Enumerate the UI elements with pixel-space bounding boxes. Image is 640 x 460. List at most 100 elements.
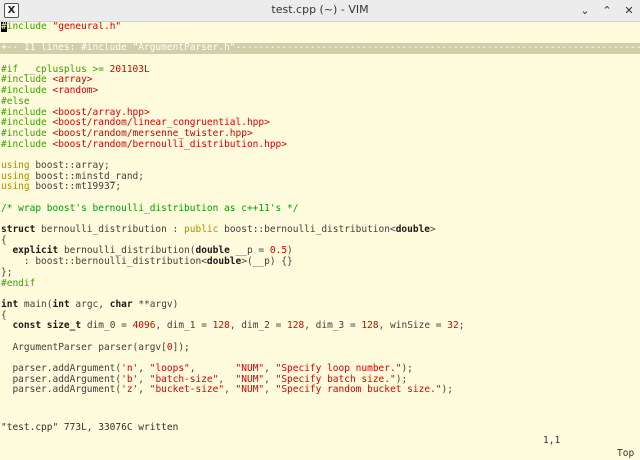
code-token: double [395, 224, 431, 236]
code-token: , [264, 384, 276, 396]
status-line: "test.cpp" 773L, 33076C written 1,1 Top [0, 408, 640, 459]
code-token: using [1, 159, 36, 171]
status-message: "test.cpp" 773L, 33076C written [1, 422, 179, 433]
code-token: using [1, 170, 36, 182]
code-token: ); [441, 384, 453, 396]
code-token: , [138, 373, 150, 385]
code-token: ; [458, 320, 465, 332]
code-token: char [109, 298, 139, 310]
code-token: , dim_1 = [155, 320, 213, 332]
code-token: "Specify batch size." [275, 373, 396, 385]
code-token: <boost/random/mersenne_twister.hpp> [52, 127, 253, 139]
code-token: parser.addArgument( [1, 363, 122, 374]
code-token: ); [395, 373, 408, 385]
code-token: , [189, 363, 236, 374]
code-token: "NUM" [235, 384, 265, 396]
code-token: #else [1, 95, 30, 107]
maximize-icon[interactable]: ⌃ [600, 2, 614, 18]
code-line[interactable]: const size_t dim_0 = 4096, dim_1 = 128, … [0, 320, 640, 332]
code-token: , winSize = [378, 320, 448, 332]
code-token: "Specify random bucket size." [275, 384, 442, 396]
code-token: boost::mt19937; [35, 181, 122, 193]
code-token: int [1, 298, 24, 310]
code-line[interactable]: /* wrap boost's bernoulli_distribution a… [0, 202, 640, 215]
code-token: const size_t [12, 320, 87, 332]
code-token: boost::minstd_rand; [35, 170, 144, 182]
code-token: 201103L [109, 63, 150, 75]
code-line[interactable]: : boost::bernoulli_distribution<double>(… [0, 256, 640, 268]
title-bar: X test.cpp (~) - VIM ⌄ ⌃ ✕ [0, 0, 640, 22]
window-title: test.cpp (~) - VIM [271, 3, 369, 16]
code-token: , dim_2 = [229, 320, 288, 332]
code-token: __p = [235, 245, 270, 257]
fold-line[interactable]: +-- 11 lines: #include "ArgumentParser.h… [0, 42, 640, 55]
code-token: 'b' [121, 373, 139, 385]
code-token: ArgumentParser parser(argv[ [1, 341, 167, 353]
code-token: 32 [447, 320, 459, 332]
minimize-icon[interactable]: ⌄ [578, 2, 592, 18]
code-token: , dim_3 = [304, 320, 362, 332]
code-token: argc, [75, 298, 110, 310]
code-token: #endif [1, 277, 36, 289]
code-token: **argv) [138, 298, 179, 310]
code-token: double [195, 245, 236, 257]
code-line[interactable]: #include <boost/random/bernoulli_distrib… [0, 139, 640, 151]
code-token: > [430, 224, 436, 236]
code-line[interactable]: #if __cplusplus >= 201103L [0, 63, 640, 76]
code-token: "batch-size" [149, 373, 219, 385]
code-token: { [1, 234, 7, 246]
code-token: <array> [52, 74, 93, 86]
code-token: #include [1, 117, 53, 129]
code-token: { [1, 309, 7, 321]
code-token: 128 [287, 320, 305, 332]
code-token: , [224, 384, 236, 396]
code-token: double [206, 256, 242, 268]
code-token: struct [1, 224, 42, 236]
code-token: "Specify loop number." [275, 363, 402, 374]
code-token: "bucket-size" [149, 384, 225, 396]
code-token: boost::bernoulli_distribution< [224, 224, 396, 236]
code-line[interactable]: struct bernoulli_distribution : public b… [0, 224, 640, 236]
code-token: #include [1, 74, 53, 86]
code-line[interactable]: #endif [0, 277, 640, 290]
code-token: 4096 [132, 320, 156, 332]
code-token: "NUM" [235, 363, 265, 374]
code-token: 'z' [121, 384, 139, 396]
code-token: #include [1, 127, 53, 139]
code-token: "loops" [149, 363, 190, 374]
code-token: public [184, 224, 225, 236]
fold-text: +-- 11 lines: #include "ArgumentParser.h… [1, 42, 640, 54]
code-token: ); [401, 363, 413, 374]
code-token: >(__p) {} [241, 256, 293, 268]
code-token: : boost::bernoulli_distribution< [1, 256, 207, 268]
code-line[interactable]: parser.addArgument('z', "bucket-size", "… [0, 385, 640, 396]
code-token: , [264, 373, 276, 385]
code-token: <random> [52, 85, 99, 97]
code-token: bernoulli_distribution( [63, 245, 196, 257]
window-controls: ⌄ ⌃ ✕ [578, 2, 636, 18]
code-token: , [264, 363, 276, 374]
code-token: /* wrap boost's bernoulli_distribution a… [1, 202, 299, 214]
code-line[interactable]: int main(int argc, char **argv) [0, 298, 640, 311]
code-line[interactable]: #include "geneural.h" [0, 22, 640, 33]
close-icon[interactable]: ✕ [622, 2, 636, 18]
code-line[interactable]: #include <random> [0, 85, 640, 97]
code-token: int [52, 298, 76, 310]
cursor-position: 1,1 [543, 435, 561, 446]
code-token: <boost/random/linear_congruential.hpp> [52, 117, 270, 129]
code-token: bernoulli_distribution : [41, 224, 185, 236]
code-token: "NUM" [235, 373, 265, 385]
scroll-percent: Top [617, 448, 635, 459]
code-token: parser.addArgument( [1, 373, 122, 385]
code-token: parser.addArgument( [1, 384, 122, 396]
code-line[interactable]: using boost::mt19937; [0, 181, 640, 193]
code-line[interactable]: ArgumentParser parser(argv[0]); [0, 341, 640, 354]
code-token: include [6, 22, 53, 32]
code-token: 128 [212, 320, 230, 332]
code-line[interactable]: }; [0, 267, 640, 279]
code-token: , [138, 384, 150, 396]
code-editor[interactable]: #include "geneural.h" +-- 11 lines: #incl… [0, 22, 640, 408]
code-token: , [218, 373, 236, 385]
